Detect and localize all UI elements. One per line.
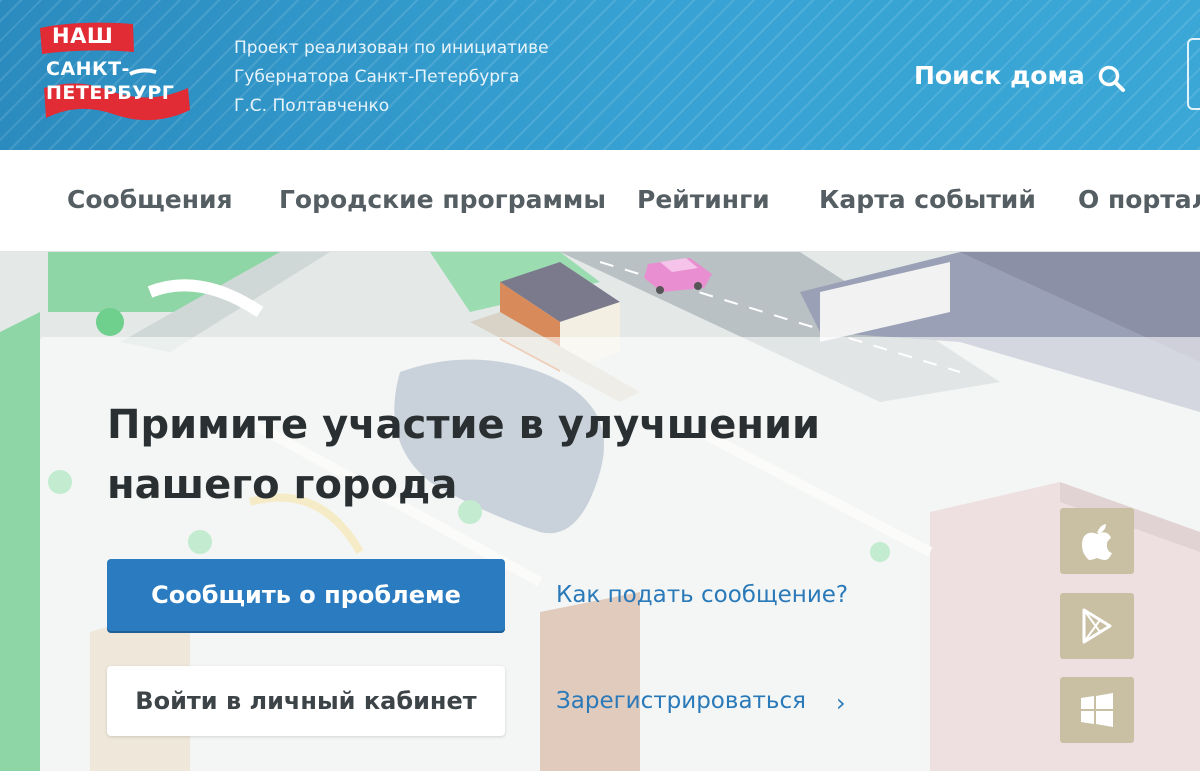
tagline-line: Проект реализован по инициативе [234,38,549,58]
hero-title-line: Примите участие в улучшении [107,402,821,448]
site-header: НАШ САНКТ- ПЕТЕРБУРГ Проект реализован п… [0,0,1200,150]
site-logo[interactable]: НАШ САНКТ- ПЕТЕРБУРГ [38,18,198,133]
tagline-line: Губернатора Санкт-Петербурга [234,67,520,87]
apple-icon [1082,524,1112,560]
report-problem-button[interactable]: Сообщить о проблеме [107,559,505,631]
nav-item-ratings[interactable]: Рейтинги [637,185,770,214]
how-to-submit-link[interactable]: Как подать сообщение? [556,582,848,608]
main-navigation: Сообщения Городские программы Рейтинги К… [0,150,1200,252]
nav-item-city-programs[interactable]: Городские программы [279,185,606,214]
search-icon[interactable] [1097,64,1127,94]
google-play-icon [1082,608,1112,644]
hero-title-line: нашего города [107,462,458,508]
chevron-right-icon: › [836,689,846,717]
nav-item-event-map[interactable]: Карта событий [819,185,1036,214]
tagline-line: Г.С. Полтавченко [234,96,390,116]
logo-text-nash: НАШ [52,24,114,48]
windows-icon [1081,693,1113,727]
register-link[interactable]: Зарегистрироваться [556,688,806,714]
nav-item-messages[interactable]: Сообщения [67,185,233,214]
logo-text-peterburg: ПЕТЕРБУРГ [46,82,175,104]
header-tagline: Проект реализован по инициативе Губернат… [234,34,549,121]
logo-text-sankt: САНКТ- [46,58,130,80]
app-store-button[interactable] [1060,508,1134,574]
hero-title: Примите участие в улучшении нашего город… [107,395,820,515]
house-search-link[interactable]: Поиск дома [914,61,1085,90]
nav-item-about-portal[interactable]: О портал [1078,185,1200,214]
login-cabinet-button[interactable]: Войти в личный кабинет [107,666,505,736]
header-menu-button[interactable] [1187,38,1200,110]
windows-store-button[interactable] [1060,677,1134,743]
google-play-button[interactable] [1060,593,1134,659]
